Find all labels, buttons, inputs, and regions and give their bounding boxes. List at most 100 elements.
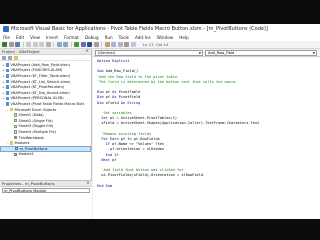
vba-icon bbox=[5, 91, 9, 95]
project-explorer-title: Project - VBAProject bbox=[2, 49, 40, 54]
code-keyword: Set bbox=[101, 116, 110, 121]
menu-bar: File Edit View Insert Format Debug Run Tools Add… bbox=[0, 34, 320, 41]
properties-window: Properties - m_PivotButtons × m_PivotBut… bbox=[0, 180, 92, 219]
redo-icon[interactable] bbox=[63, 42, 68, 47]
vba-app-icon bbox=[3, 26, 9, 32]
paste-icon[interactable] bbox=[39, 42, 44, 47]
view-object-icon[interactable] bbox=[8, 55, 12, 60]
tree-item-label: VBAProject (KT_Filter_Table.xlam) bbox=[10, 73, 71, 78]
code-window: (General) ▼ Add_Row_Field ▼ Option Expli… bbox=[93, 49, 320, 219]
code-text: sField bbox=[105, 100, 121, 105]
view-code-icon[interactable] bbox=[2, 55, 6, 60]
sheet-icon bbox=[13, 118, 17, 123]
folder-icon bbox=[9, 141, 13, 145]
chevron-down-icon: ▼ bbox=[312, 51, 315, 55]
toolbox-icon[interactable] bbox=[124, 42, 129, 47]
code-line: End Sub bbox=[97, 184, 320, 189]
tree-item-label: VBAProject (Add_Row_Field.xlsm) bbox=[10, 62, 71, 67]
menu-item-file[interactable]: File bbox=[3, 35, 10, 40]
standard-toolbar: Ln 17, Col 14 bbox=[0, 41, 320, 49]
undo-icon[interactable] bbox=[56, 42, 62, 47]
run-icon[interactable] bbox=[74, 42, 79, 47]
tree-item-label: Sheet1 (Data) bbox=[18, 113, 44, 118]
cut-icon[interactable] bbox=[26, 42, 31, 47]
toolbar-divider bbox=[70, 42, 72, 47]
menu-item-format[interactable]: Format bbox=[64, 35, 79, 40]
copy-icon[interactable] bbox=[32, 42, 38, 47]
properties-window-icon[interactable] bbox=[111, 42, 116, 47]
vba-icon bbox=[5, 74, 9, 78]
sheet-icon bbox=[13, 113, 17, 117]
vba-icon bbox=[5, 79, 9, 84]
tree-item-label: VBAProject (KT_Tab_Hound.xlam) bbox=[10, 90, 70, 95]
code-comment: 'Add field that button was clicked for bbox=[97, 168, 184, 173]
cursor-position: Ln 17, Col 14 bbox=[143, 42, 169, 47]
code-window-dropdowns: (General) ▼ Add_Row_Field ▼ bbox=[93, 49, 320, 57]
code-keyword: End If bbox=[105, 152, 119, 157]
menu-item-window[interactable]: Window bbox=[157, 35, 174, 40]
close-icon[interactable]: × bbox=[86, 181, 90, 187]
video-letterbox-bottom bbox=[0, 219, 320, 240]
code-text: pf.Name <> "Values" bbox=[112, 142, 156, 147]
reset-icon[interactable] bbox=[87, 42, 92, 47]
folder-icon bbox=[9, 107, 13, 112]
code-comment: 'Set variables bbox=[97, 111, 132, 116]
properties-object-value: m_PivotButtons Module bbox=[4, 188, 47, 193]
toolbar-divider bbox=[22, 42, 24, 47]
insert-userform-icon[interactable] bbox=[8, 42, 14, 47]
procedure-dropdown[interactable]: Add_Row_Field ▼ bbox=[205, 50, 317, 56]
menu-item-help[interactable]: Help bbox=[179, 35, 189, 40]
vba-icon bbox=[5, 85, 9, 89]
tree-item-label: VBAProject (KT_PivotPal.xlam) bbox=[10, 85, 65, 90]
procedure-dropdown-value: Add_Row_Field bbox=[208, 51, 235, 55]
menu-item-tools[interactable]: Tools bbox=[119, 35, 129, 40]
toolbar-divider bbox=[53, 42, 54, 47]
tree-item[interactable]: Module1 bbox=[0, 152, 91, 158]
code-comment: 'The field is determined by the button t… bbox=[97, 79, 238, 84]
code-text: pt.PivotFields(sField).Orientation = xlR… bbox=[97, 173, 204, 178]
menu-item-insert[interactable]: Insert bbox=[46, 35, 58, 40]
code-editor[interactable]: Option Explicit Sub Add_Row_Field() 'Add … bbox=[93, 57, 320, 189]
chevron-down-icon: ▼ bbox=[198, 51, 201, 55]
book-icon bbox=[13, 135, 17, 140]
tree-item-label: Modules bbox=[14, 141, 30, 146]
window-title: Microsoft Visual Basic for Applications … bbox=[11, 26, 268, 32]
break-icon[interactable] bbox=[80, 42, 86, 47]
module-icon bbox=[14, 146, 18, 151]
module-icon bbox=[13, 152, 17, 157]
menu-item-debug[interactable]: Debug bbox=[85, 35, 99, 40]
code-keyword: Dim bbox=[97, 90, 106, 95]
code-comment: 'Add the Row field to the pivot table. bbox=[97, 74, 180, 79]
close-icon[interactable]: × bbox=[85, 49, 89, 55]
code-text: PivotField bbox=[118, 95, 141, 100]
design-mode-icon[interactable] bbox=[93, 42, 99, 47]
menu-item-add-ins[interactable]: Add-Ins bbox=[135, 35, 151, 40]
menu-item-view[interactable]: View bbox=[30, 35, 40, 40]
help-icon[interactable] bbox=[130, 42, 136, 47]
tree-item-label: VBAProject (Pivot Table Fields Macro But… bbox=[10, 101, 85, 106]
menu-item-run[interactable]: Run bbox=[105, 35, 113, 40]
tree-item-label: Sheet4 (Multiple Fld) bbox=[18, 129, 56, 134]
properties-object-dropdown[interactable]: m_PivotButtons Module bbox=[2, 188, 90, 193]
tree-item-label: Sheet3 (Toggle Fld) bbox=[18, 124, 54, 129]
toggle-folders-icon[interactable] bbox=[14, 55, 18, 60]
excel-icon[interactable] bbox=[2, 42, 7, 47]
find-icon[interactable] bbox=[45, 42, 51, 47]
object-dropdown-value: (General) bbox=[98, 51, 115, 55]
sheet-icon bbox=[13, 124, 17, 129]
menu-item-edit[interactable]: Edit bbox=[16, 35, 24, 40]
project-explorer-icon[interactable] bbox=[104, 42, 110, 47]
object-browser-icon[interactable] bbox=[117, 42, 123, 47]
object-dropdown[interactable]: (General) ▼ bbox=[95, 50, 203, 56]
tree-item[interactable]: - VBAProject (Pivot Table Fields Macro Bu… bbox=[0, 101, 91, 107]
video-letterbox-top bbox=[0, 0, 320, 24]
project-explorer-header: Project - VBAProject × bbox=[0, 49, 91, 55]
tree-item-label: VBAProject (FUNCRES.XLAM) bbox=[10, 68, 63, 73]
tree-item-label: m_PivotButtons bbox=[19, 146, 48, 151]
tree-item-label: ThisWorkbook bbox=[18, 135, 44, 140]
save-icon[interactable] bbox=[15, 42, 20, 47]
code-keyword: As String bbox=[120, 100, 141, 105]
project-tree: + VBAProject (Add_Row_Field.xlsm) + VBAProj… bbox=[0, 61, 91, 157]
